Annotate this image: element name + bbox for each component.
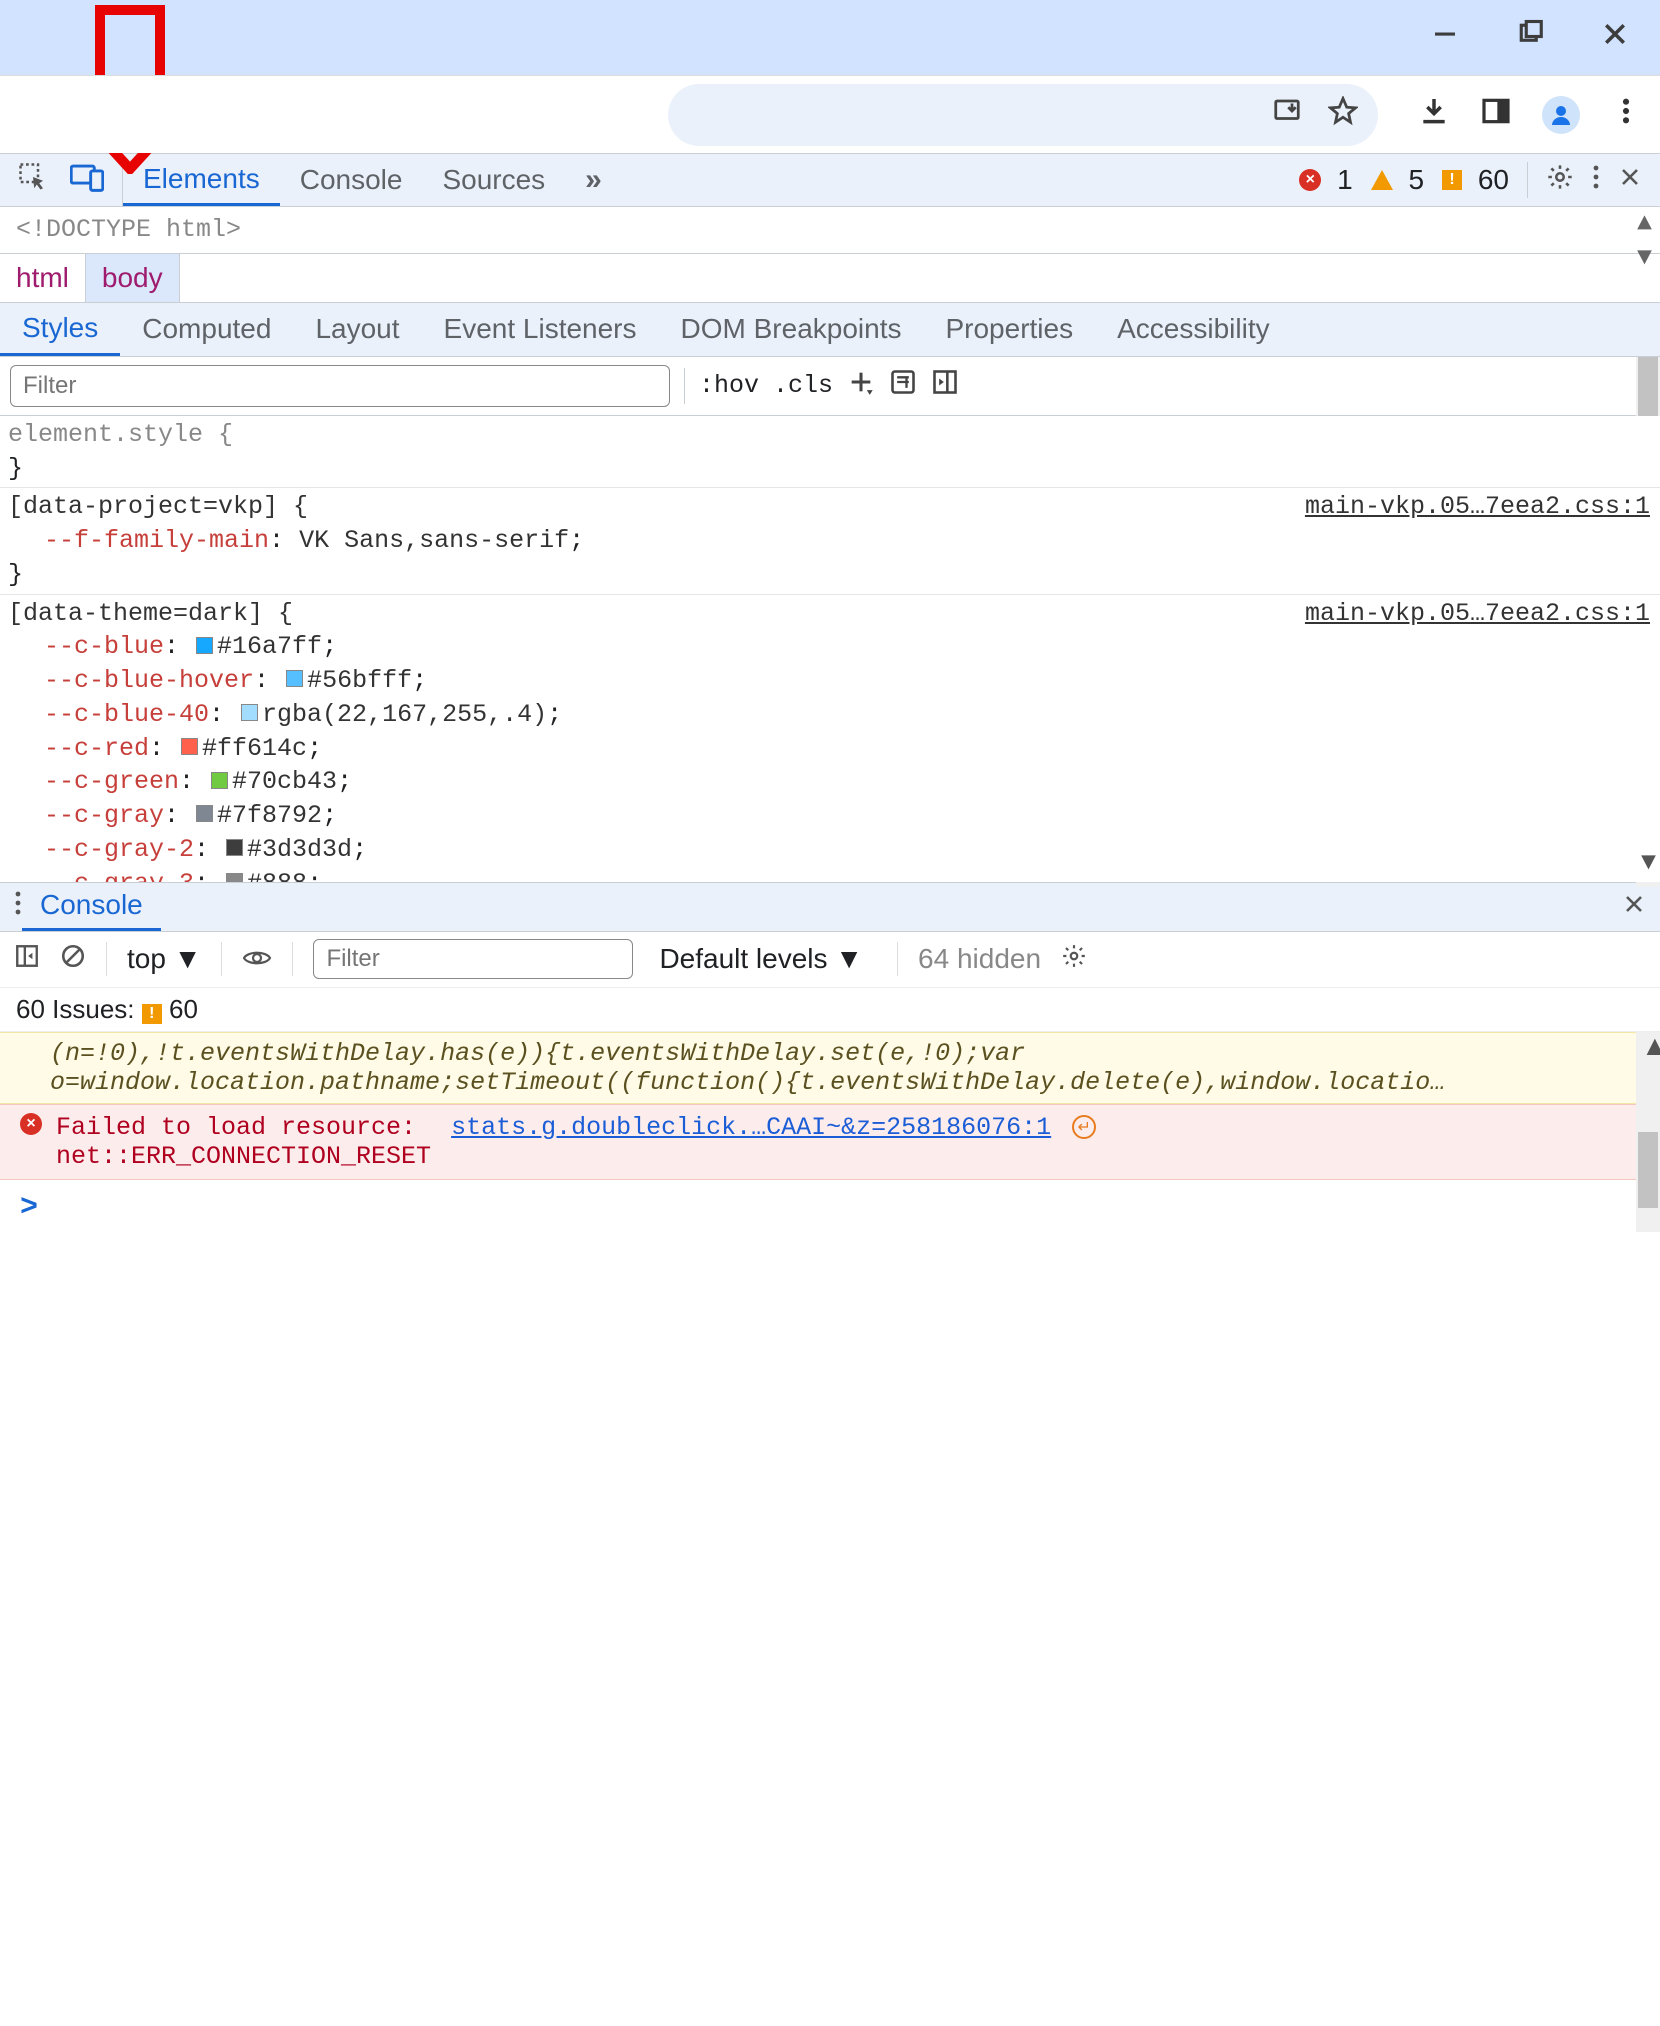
context-selector[interactable]: top ▼ [127, 943, 201, 975]
cls-toggle[interactable]: .cls [773, 371, 833, 400]
console-error-entry[interactable]: × Failed to load resource: stats.g.doubl… [0, 1104, 1660, 1180]
browser-toolbar [0, 75, 1660, 153]
devtools-close-icon[interactable] [1618, 164, 1642, 196]
dom-scroll-arrows[interactable]: ▲▼ [1637, 207, 1652, 275]
drawer-tab-console[interactable]: Console [22, 883, 161, 931]
warning-count[interactable]: 5 [1371, 164, 1424, 196]
console-warning-entry[interactable]: (n=!0),!t.eventsWithDelay.has(e)){t.even… [0, 1032, 1660, 1104]
crumb-body[interactable]: body [86, 254, 180, 302]
inspect-element-icon[interactable] [18, 162, 48, 199]
scroll-down-icon[interactable]: ▼ [1641, 846, 1656, 880]
hidden-count[interactable]: 64 hidden [918, 943, 1041, 975]
subtab-layout[interactable]: Layout [293, 303, 421, 356]
tab-overflow-icon[interactable]: » [565, 154, 622, 206]
console-prompt[interactable]: > [0, 1180, 1660, 1237]
source-link[interactable]: main-vkp.05…7eea2.css:1 [1305, 597, 1650, 631]
doctype-node[interactable]: <!DOCTYPE html> [16, 215, 241, 244]
dom-panel[interactable]: <!DOCTYPE html> ▲▼ [0, 207, 1660, 253]
styles-pane[interactable]: element.style { } main-vkp.05…7eea2.css:… [0, 416, 1660, 882]
issues-count[interactable]: ! 60 [1442, 164, 1509, 196]
styles-toolbar: :hov .cls [0, 357, 1660, 416]
console-settings-icon[interactable] [1061, 943, 1087, 976]
new-style-rule-icon[interactable] [847, 368, 875, 403]
subtab-styles[interactable]: Styles [0, 303, 120, 356]
settings-gear-icon[interactable] [1546, 163, 1574, 198]
hov-toggle[interactable]: :hov [699, 371, 759, 400]
omnibox[interactable] [668, 84, 1378, 146]
subtab-computed[interactable]: Computed [120, 303, 293, 356]
navigate-icon[interactable]: ↵ [1072, 1115, 1096, 1139]
log-levels-selector[interactable]: Default levels ▼ [659, 943, 863, 975]
subtab-props[interactable]: Properties [923, 303, 1095, 356]
styles-filter-input[interactable] [10, 365, 670, 407]
error-source-link[interactable]: stats.g.doubleclick.…CAAI~&z=258186076:1 [451, 1113, 1051, 1142]
subtab-dombp[interactable]: DOM Breakpoints [659, 303, 924, 356]
window-maximize-button[interactable] [1515, 19, 1545, 56]
rule-vkp[interactable]: main-vkp.05…7eea2.css:1 [data-project=vk… [0, 488, 1660, 594]
console-body: (n=!0),!t.eventsWithDelay.has(e)){t.even… [0, 1032, 1660, 1237]
tab-console[interactable]: Console [280, 154, 423, 206]
rule-dark[interactable]: main-vkp.05…7eea2.css:1 [data-theme=dark… [0, 595, 1660, 882]
rule-element-style[interactable]: element.style { } [0, 416, 1660, 489]
console-toolbar: top ▼ Default levels ▼ 64 hidden [0, 932, 1660, 988]
tab-elements[interactable]: Elements [123, 154, 280, 206]
drawer-menu-icon[interactable] [14, 890, 22, 923]
subtab-listeners[interactable]: Event Listeners [422, 303, 659, 356]
window-titlebar [0, 0, 1660, 75]
devtools-menu-icon[interactable] [1592, 164, 1600, 197]
breadcrumb: html body [0, 253, 1660, 303]
install-app-icon[interactable] [1272, 96, 1302, 133]
chrome-menu-icon[interactable] [1610, 95, 1642, 134]
drawer-close-icon[interactable] [1622, 891, 1646, 923]
source-link[interactable]: main-vkp.05…7eea2.css:1 [1305, 490, 1650, 524]
window-minimize-button[interactable] [1430, 19, 1460, 56]
window-close-button[interactable] [1600, 19, 1630, 56]
error-count[interactable]: × 1 [1299, 164, 1352, 196]
toggle-computed-icon[interactable] [889, 368, 917, 403]
error-icon: × [20, 1113, 42, 1135]
console-sidebar-toggle-icon[interactable] [14, 943, 40, 976]
tab-sources[interactable]: Sources [422, 154, 565, 206]
console-filter-input[interactable] [313, 939, 633, 979]
drawer-tabbar: Console [0, 882, 1660, 932]
clear-console-icon[interactable] [60, 943, 86, 976]
devtools-tabbar: Elements Console Sources » × 1 5 ! 60 [0, 153, 1660, 207]
bookmark-star-icon[interactable] [1328, 96, 1358, 133]
crumb-html[interactable]: html [0, 254, 86, 302]
styles-subtabs: Styles Computed Layout Event Listeners D… [0, 303, 1660, 357]
issues-row[interactable]: 60 Issues: ! 60 [0, 988, 1660, 1032]
live-expression-icon[interactable] [242, 943, 272, 975]
downloads-icon[interactable] [1418, 95, 1450, 134]
toggle-sidebar-icon[interactable] [931, 368, 959, 403]
profile-avatar[interactable] [1542, 96, 1580, 134]
side-panel-icon[interactable] [1480, 95, 1512, 134]
device-toolbar-icon[interactable] [70, 162, 104, 199]
subtab-a11y[interactable]: Accessibility [1095, 303, 1291, 356]
